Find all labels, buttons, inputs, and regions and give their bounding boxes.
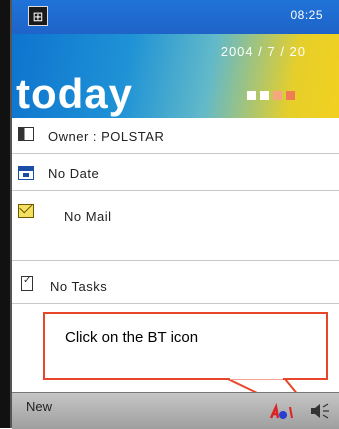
banner-decoration-square xyxy=(260,91,269,100)
clock[interactable]: 08:25 xyxy=(290,8,323,22)
device-frame-left xyxy=(0,0,10,428)
mail-icon xyxy=(18,204,34,218)
banner-decoration-square xyxy=(286,91,295,100)
new-menu[interactable]: New xyxy=(26,399,52,414)
tasks-icon xyxy=(21,275,33,291)
banner-decoration-square xyxy=(247,91,256,100)
command-bar: New xyxy=(12,392,339,429)
status-bar: ⊞ 08:25 xyxy=(12,0,339,34)
windows-start-icon[interactable]: ⊞ xyxy=(28,6,48,26)
today-item-label: No Mail xyxy=(64,209,112,224)
today-item-owner[interactable]: Owner : POLSTAR xyxy=(12,118,339,154)
today-item-label: No Tasks xyxy=(50,279,108,294)
today-item-calendar[interactable]: No Date xyxy=(12,154,339,191)
today-banner: 2004 / 7 / 20 today xyxy=(12,34,339,118)
today-item-label: Owner : POLSTAR xyxy=(48,129,165,144)
today-item-mail[interactable]: No Mail xyxy=(12,191,339,261)
banner-decoration-square xyxy=(273,91,282,100)
owner-card-icon xyxy=(18,127,34,141)
speaker-icon[interactable] xyxy=(308,401,330,421)
banner-title: today xyxy=(16,70,134,117)
today-item-tasks[interactable]: No Tasks xyxy=(12,261,339,304)
pocket-pc-screen: ⊞ 08:25 2004 / 7 / 20 today Owner : POLS… xyxy=(0,0,339,429)
calendar-icon xyxy=(18,166,34,180)
instruction-callout: Click on the BT icon xyxy=(43,312,328,380)
callout-text: Click on the BT icon xyxy=(65,329,199,346)
today-item-label: No Date xyxy=(48,166,100,181)
banner-date: 2004 / 7 / 20 xyxy=(220,44,306,59)
bluetooth-icon[interactable] xyxy=(268,403,296,421)
